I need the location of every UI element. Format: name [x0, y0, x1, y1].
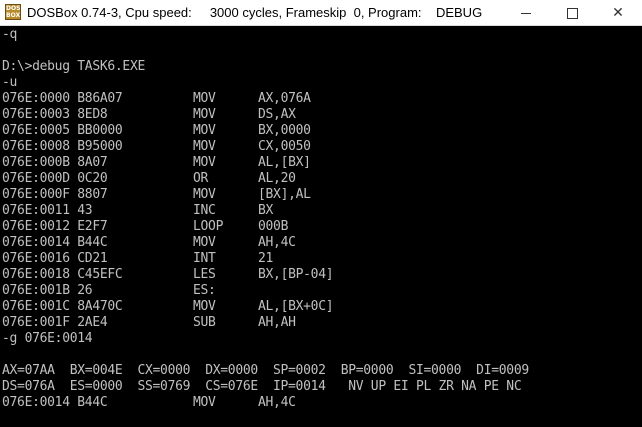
console-line: 076E:0005 BB0000 MOV BX,0000 — [2, 123, 640, 139]
console-line: 076E:0014 B44C MOV AH,4C — [2, 235, 640, 251]
disasm-address: 076E:000D 0C20 — [2, 171, 108, 186]
console-line: -u — [2, 75, 18, 90]
disasm-address: 076E:0008 B95000 — [2, 139, 123, 154]
console-line: 076E:0014 B44C MOV AH,4C — [2, 395, 640, 411]
console-line: -q — [2, 27, 18, 42]
disasm-operands: BX,[BP-04] — [258, 267, 334, 282]
disasm-mnemonic: MOV — [193, 107, 216, 122]
disasm-mnemonic: MOV — [193, 91, 216, 106]
disasm-operands: AX,076A — [258, 91, 311, 106]
disasm-mnemonic: OR — [193, 171, 209, 186]
disasm-mnemonic: LES — [193, 267, 216, 282]
console-line: 076E:0000 B86A07 MOV AX,076A — [2, 91, 640, 107]
console-line: 076E:0012 E2F7 LOOP 000B — [2, 219, 640, 235]
disasm-mnemonic: LOOP — [193, 219, 224, 234]
disasm-address: 076E:0011 43 — [2, 203, 93, 218]
disasm-mnemonic: MOV — [193, 139, 216, 154]
disasm-mnemonic: MOV — [193, 155, 216, 170]
console-line: D:\>debug TASK6.EXE — [2, 59, 146, 74]
maximize-icon — [566, 7, 578, 19]
disasm-mnemonic: INT — [193, 251, 216, 266]
disasm-mnemonic: SUB — [193, 315, 216, 330]
minimize-icon — [521, 12, 531, 14]
disasm-mnemonic: MOV — [193, 187, 216, 202]
disasm-address: 076E:000B 8A07 — [2, 155, 108, 170]
console-line: 076E:000B 8A07 MOV AL,[BX] — [2, 155, 640, 171]
disasm-mnemonic: MOV — [193, 299, 216, 314]
disasm-operands: AH,4C — [258, 395, 296, 410]
disasm-address: 076E:0018 C45EFC — [2, 267, 123, 282]
console-line: 076E:0018 C45EFC LES BX,[BP-04] — [2, 267, 640, 283]
console-output[interactable]: -q D:\>debug TASK6.EXE -u 076E:0000 B86A07 M… — [0, 27, 642, 427]
disasm-address: 076E:0012 E2F7 — [2, 219, 108, 234]
disasm-address: 076E:0014 B44C — [2, 395, 108, 410]
disasm-address: 076E:001F 2AE4 — [2, 315, 108, 330]
disasm-address: 076E:001C 8A470C — [2, 299, 123, 314]
disasm-address: 076E:0005 BB0000 — [2, 123, 123, 138]
console-line: 076E:000D 0C20 OR AL,20 — [2, 171, 640, 187]
dosbox-window: DOS BOX DOSBox 0.74-3, Cpu speed: 3000 c… — [0, 0, 642, 427]
window-title: DOSBox 0.74-3, Cpu speed: 3000 cycles, F… — [27, 5, 483, 20]
disasm-address: 076E:000F 8807 — [2, 187, 108, 202]
disasm-operands: CX,0050 — [258, 139, 311, 154]
disasm-operands: BX,0000 — [258, 123, 311, 138]
minimize-button[interactable] — [503, 0, 549, 26]
disasm-address: 076E:0016 CD21 — [2, 251, 108, 266]
disasm-mnemonic: MOV — [193, 235, 216, 250]
disasm-address: 076E:001B 26 — [2, 283, 93, 298]
console-line: 076E:000F 8807 MOV [BX],AL — [2, 187, 640, 203]
console-line: DS=076A ES=0000 SS=0769 CS=076E IP=0014 … — [2, 379, 522, 394]
disasm-operands: 000B — [258, 219, 289, 234]
disasm-mnemonic: MOV — [193, 123, 216, 138]
console-line: 076E:0008 B95000 MOV CX,0050 — [2, 139, 640, 155]
disasm-operands: AL,[BX+0C] — [258, 299, 334, 314]
console-line: 076E:0016 CD21 INT 21 — [2, 251, 640, 267]
disasm-address: 076E:0003 8ED8 — [2, 107, 108, 122]
console-line: 076E:001B 26 ES: — [2, 283, 640, 299]
disasm-operands: BX — [258, 203, 274, 218]
disasm-address: 076E:0014 B44C — [2, 235, 108, 250]
disasm-address: 076E:0000 B86A07 — [2, 91, 123, 106]
title-bar[interactable]: DOS BOX DOSBox 0.74-3, Cpu speed: 3000 c… — [0, 0, 642, 26]
console-line: 076E:001F 2AE4 SUB AH,AH — [2, 315, 640, 331]
disasm-operands: [BX],AL — [258, 187, 311, 202]
disasm-mnemonic: MOV — [193, 395, 216, 410]
close-icon: ✕ — [612, 5, 624, 21]
maximize-button[interactable] — [549, 0, 595, 26]
disasm-operands: 21 — [258, 251, 274, 266]
console-line: AX=07AA BX=004E CX=0000 DX=0000 SP=0002 … — [2, 363, 529, 378]
disasm-operands: AL,[BX] — [258, 155, 311, 170]
close-button[interactable]: ✕ — [595, 0, 641, 26]
disasm-operands: AH,AH — [258, 315, 296, 330]
disasm-mnemonic: INC — [193, 203, 216, 218]
console-line: 076E:0011 43 INC BX — [2, 203, 640, 219]
console-line: -g 076E:0014 — [2, 331, 93, 346]
console-line: 076E:0003 8ED8 MOV DS,AX — [2, 107, 640, 123]
console-line: 076E:001C 8A470C MOV AL,[BX+0C] — [2, 299, 640, 315]
disasm-mnemonic: ES: — [193, 283, 216, 298]
disasm-operands: DS,AX — [258, 107, 296, 122]
dosbox-app-icon[interactable]: DOS BOX — [5, 4, 21, 20]
disasm-operands: AL,20 — [258, 171, 296, 186]
disasm-operands: AH,4C — [258, 235, 296, 250]
